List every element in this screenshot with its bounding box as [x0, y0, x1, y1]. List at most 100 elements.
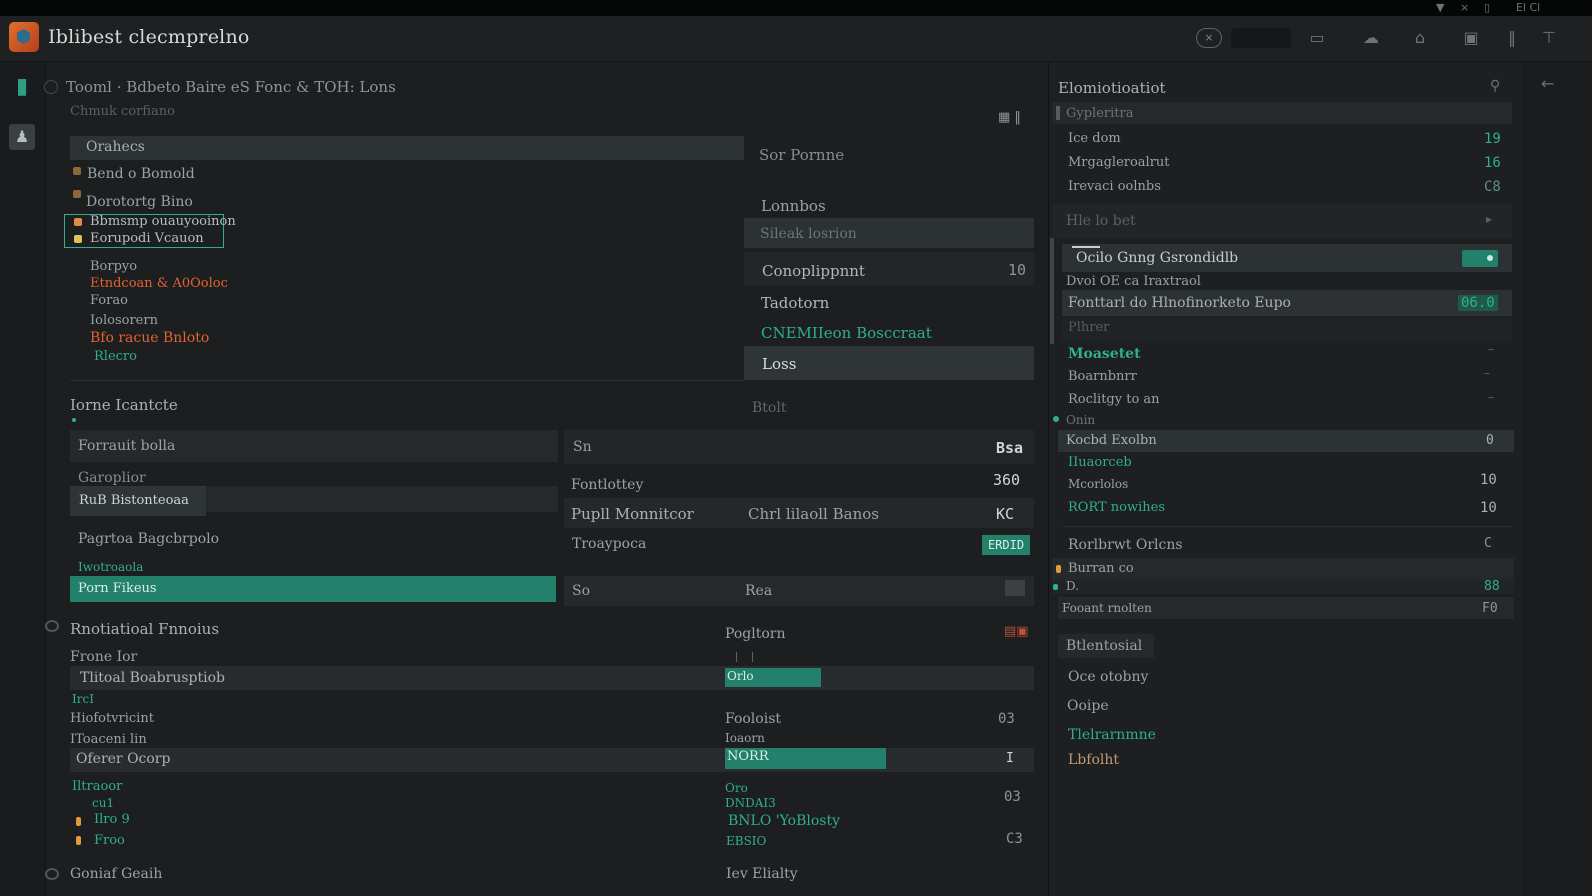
collapse-panel-icon[interactable]: ←	[1541, 74, 1554, 93]
sidebar-item-user[interactable]: ♟	[9, 124, 35, 150]
property-right-row[interactable]: Ioaorn	[725, 731, 765, 745]
layout-toggle-icon[interactable]: ▦ ‖	[998, 110, 1021, 125]
activity-sidebar	[0, 62, 46, 896]
section-title: Goniaf Geaih	[70, 866, 163, 882]
form-row[interactable]: Sn	[573, 439, 592, 455]
toolbar-search-field[interactable]	[1231, 28, 1291, 48]
tree-item[interactable]: Bend o Bomold	[87, 166, 195, 182]
property-row[interactable]: Hiofotvricint	[70, 711, 154, 726]
property-badge: NORR	[725, 748, 886, 769]
form-row[interactable]: Garoplior	[78, 470, 146, 486]
property-row[interactable]: Froo	[94, 833, 125, 848]
collapse-icon[interactable]	[45, 620, 59, 632]
close-small-icon: ×	[1460, 1, 1470, 14]
tree-item-selected[interactable]: Bbmsmp ouauyooinon	[90, 214, 236, 229]
form-row[interactable]: So	[572, 583, 590, 599]
property-value: I	[1006, 751, 1014, 766]
panel-row[interactable]: Rorlbrwt Orlcns	[1068, 537, 1183, 553]
panel-row[interactable]: D.	[1066, 579, 1079, 593]
tree-child[interactable]: Bfo racue Bnloto	[90, 330, 209, 346]
tree-child[interactable]: Etndcoan & A0Ooloc	[90, 276, 228, 291]
form-row[interactable]: Pupll Monnitcor	[571, 505, 694, 523]
sidebar-item-columns[interactable]: ▮	[9, 74, 35, 100]
property-right-row[interactable]: EBSIO	[726, 834, 766, 848]
breadcrumb: Tooml · Bdbeto Baire eS Fonc & TOH: Lons	[66, 78, 396, 96]
panel-row[interactable]: Kocbd Exolbn	[1066, 433, 1157, 448]
panel-row[interactable]: Moasetet	[1068, 346, 1141, 362]
list-row[interactable]: CNEMIIeon Bosccraat	[761, 324, 932, 342]
save-icon[interactable]: ▣	[1460, 28, 1482, 48]
panel-row[interactable]: Irevaci oolnbs	[1068, 179, 1161, 194]
property-right-row[interactable]: Oro	[725, 781, 748, 795]
bookmark-icon[interactable]: ‖	[1501, 28, 1523, 48]
tree-child[interactable]: Iolosorern	[90, 313, 158, 328]
panel-row[interactable]: Roclitgy to an	[1068, 392, 1160, 407]
property-right-row[interactable]: DNDAI3	[725, 796, 776, 810]
form-row[interactable]: Fontlottey	[571, 477, 643, 493]
pin-icon[interactable]: ⊤	[1538, 28, 1560, 48]
tree-dot-icon	[73, 190, 81, 198]
form-row[interactable]: Pagrtoa Bagcbrpolo	[78, 531, 219, 547]
chevron-right-icon[interactable]: ▸	[1486, 212, 1492, 226]
cloud-icon[interactable]: ☁	[1360, 28, 1382, 48]
form-row[interactable]: Iwotroaola	[78, 560, 143, 574]
property-right-row[interactable]: BNLO 'YoBlosty	[728, 813, 840, 829]
panel-row[interactable]: IIuaorceb	[1068, 455, 1132, 470]
panel-row-value: 88	[1484, 579, 1500, 594]
property-right-row[interactable]: Fooloist	[725, 711, 781, 727]
form-row[interactable]: Forrauit bolla	[78, 438, 175, 454]
list-row-value: 10	[1008, 261, 1027, 279]
property-row[interactable]: IrcI	[72, 692, 94, 706]
tree-item[interactable]: Dorotortg Bino	[86, 194, 193, 210]
expand-icon[interactable]	[1005, 580, 1025, 596]
panel-row[interactable]: Mrgagleroalrut	[1068, 155, 1170, 170]
property-row[interactable]: Oferer Ocorp	[76, 751, 170, 767]
tree-child[interactable]: Borpyo	[90, 259, 137, 274]
panel-row[interactable]: RORT nowihes	[1068, 500, 1165, 515]
delete-icon[interactable]: ▤▣	[1004, 624, 1029, 639]
list-row[interactable]: Loss	[762, 355, 796, 373]
panel-row[interactable]: Oce otobny	[1068, 669, 1148, 685]
tree-item-selected[interactable]: Eorupodi Vcauon	[90, 231, 204, 246]
home-icon[interactable]: ⌂	[1409, 28, 1431, 48]
panel-row[interactable]: Fooant rnolten	[1062, 601, 1152, 615]
panel-row[interactable]: Ice dom	[1068, 131, 1121, 146]
tree-child[interactable]: Forao	[90, 293, 128, 308]
property-row[interactable]: Ilro 9	[94, 812, 130, 827]
form-chip[interactable]: RuB Bistonteoaa	[70, 486, 206, 516]
panel-row[interactable]: Dvoi OE ca Iraxtraol	[1066, 274, 1201, 289]
divider	[70, 380, 744, 381]
panel-row[interactable]: Fonttarl do Hlnofinorketo Eupo	[1068, 295, 1291, 311]
monitor-icon[interactable]: ▭	[1306, 28, 1328, 48]
clear-button[interactable]: ×	[1196, 28, 1222, 48]
panel-row[interactable]: Ooipe	[1067, 698, 1109, 714]
list-row[interactable]: Tadotorn	[761, 294, 829, 312]
toggle-switch[interactable]	[1462, 250, 1498, 267]
panel-row-value: C8	[1484, 179, 1501, 195]
panel-row[interactable]: Tlelrarnmne	[1068, 727, 1156, 743]
panel-row[interactable]: Mcorlolos	[1068, 477, 1128, 491]
radio-icon[interactable]	[44, 80, 58, 94]
property-row[interactable]: Frone Ior	[70, 649, 137, 665]
tree-dot-icon	[74, 218, 82, 226]
search-icon[interactable]: ⚲	[1490, 78, 1500, 94]
panel-row[interactable]: Burran co	[1068, 561, 1134, 576]
page-subtitle: Chmuk corfiano	[70, 104, 175, 119]
form-row[interactable]: Troaypoca	[572, 536, 646, 552]
panel-row[interactable]: Plhrer	[1068, 320, 1109, 335]
form-value: KC	[996, 505, 1015, 523]
tree-child[interactable]: Rlecro	[94, 349, 137, 364]
property-row[interactable]: IToaceni lin	[70, 732, 147, 747]
panel-row-value: 19	[1484, 131, 1501, 147]
list-row[interactable]: Conoplippnnt	[762, 262, 865, 280]
primary-action-button[interactable]: Porn Fikeus	[70, 576, 556, 602]
collapse-icon[interactable]	[45, 868, 59, 880]
panel-row[interactable]: Boarnbnrr	[1068, 369, 1137, 384]
panel-row[interactable]: Ocilo Gnng Gsrondidlb	[1076, 250, 1238, 266]
group-header: Btlentosial	[1066, 638, 1143, 654]
property-row[interactable]: Tlitoal Boabrusptiob	[80, 670, 225, 686]
property-row[interactable]: Iltraoor	[72, 779, 122, 794]
property-row[interactable]: cu1	[92, 796, 114, 810]
panel-row[interactable]: Lbfolht	[1068, 752, 1119, 768]
tree-header-label: Orahecs	[86, 139, 145, 155]
